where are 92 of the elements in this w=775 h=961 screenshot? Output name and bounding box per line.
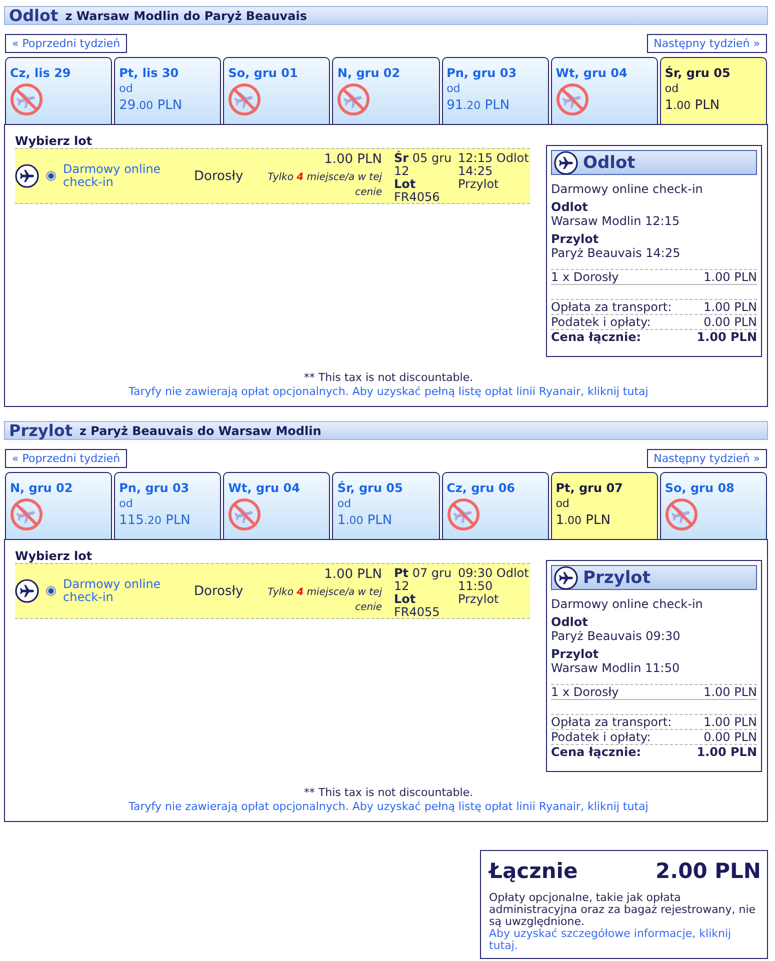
grand-total-label: Łącznie	[489, 858, 578, 884]
passenger-count: 1 x Dorosły	[551, 685, 619, 699]
leg-detail: Paryż Beauvais 09:30	[551, 629, 682, 643]
leg-label: Odlot	[551, 615, 589, 629]
charge-label: Podatek i opłaty:	[551, 315, 651, 329]
day-tab[interactable]: So, gru 01	[223, 57, 330, 124]
tax-note: ** This tax is not discountable.	[302, 786, 474, 800]
departure-time: 12:15 Odlot	[458, 152, 530, 165]
tax-note: ** This tax is not discountable.	[302, 371, 474, 385]
route-text: z Warsaw Modlin do Paryż Beauvais	[65, 8, 307, 22]
fare-link[interactable]: Darmowy online check-in	[63, 578, 168, 604]
fare-link[interactable]: Darmowy online check-in	[63, 163, 168, 189]
passenger-type: Dorosły	[194, 168, 244, 184]
crossed-out-plane-icon	[10, 498, 43, 531]
fare-radio[interactable]	[46, 586, 56, 596]
summary-title: Przylot	[583, 568, 650, 588]
leg-detail: Paryż Beauvais 14:25	[551, 246, 682, 260]
total-amount: 1.00 PLN	[696, 330, 757, 344]
passenger-amount: 1.00 PLN	[704, 685, 757, 699]
day-tab[interactable]: Śr, gru 05 od 1.00 PLN	[660, 57, 767, 124]
passenger-count: 1 x Dorosły	[551, 270, 619, 284]
day-tab[interactable]: Cz, lis 29	[5, 57, 112, 124]
section-title: Odlot	[9, 7, 58, 24]
details-link[interactable]: Aby uzyskać szczegółowe informacje, kliknij tutaj.	[489, 928, 761, 952]
fees-link[interactable]: Taryfy nie zawierają opłat opcjonalnych. Aby uzyskać pełną listę opłat linii Ryanair, kliknij tutaj	[128, 800, 648, 813]
select-flight-heading: Wybierz lot	[15, 135, 94, 148]
flight-number: FR4055	[394, 606, 441, 619]
seats-left-note: Tylko 4 miejsce/a w tej cenie	[266, 171, 382, 200]
day-tab[interactable]: Wt, gru 04	[550, 57, 658, 124]
charge-amount: 0.00 PLN	[704, 315, 757, 329]
charge-label: Podatek i opłaty:	[551, 730, 651, 744]
next-week-button[interactable]: Następny tydzień »	[646, 449, 767, 468]
plane-icon	[554, 150, 578, 174]
plane-icon	[554, 566, 578, 590]
passenger-amount: 1.00 PLN	[704, 270, 757, 284]
day-tab[interactable]: So, gru 08	[660, 472, 767, 539]
fare-radio[interactable]	[46, 171, 56, 181]
fare-name: Darmowy online check-in	[551, 597, 704, 611]
charge-label: Opłata za transport:	[551, 300, 672, 314]
crossed-out-plane-icon	[556, 83, 589, 116]
leg-label: Przylot	[551, 647, 600, 661]
departure-time: 09:30 Odlot	[458, 567, 530, 580]
fees-link[interactable]: Taryfy nie zawierają opłat opcjonalnych. Aby uzyskać pełną listę opłat linii Ryanair, kliknij tutaj	[128, 385, 648, 398]
flight-label: Lot	[394, 593, 417, 606]
total-label: Cena łącznie:	[551, 745, 642, 759]
charge-amount: 0.00 PLN	[704, 730, 757, 744]
flight-date: Śr 05 gru 12	[394, 152, 452, 178]
total-amount: 1.00 PLN	[696, 745, 757, 759]
day-tab[interactable]: N, gru 02	[332, 57, 440, 124]
plane-icon	[15, 579, 39, 603]
previous-week-button[interactable]: « Poprzedni tydzień	[5, 34, 128, 53]
flight-label: Lot	[394, 178, 417, 191]
leg-label: Odlot	[551, 200, 589, 214]
arrival-time: 14:25 Przylot	[458, 165, 500, 191]
arrival-time: 11:50 Przylot	[458, 580, 500, 606]
day-tab[interactable]: Pt, lis 30 od 29.00 PLN	[114, 57, 222, 124]
crossed-out-plane-icon	[446, 498, 480, 531]
crossed-out-plane-icon	[228, 498, 262, 531]
fare-name: Darmowy online check-in	[551, 182, 704, 196]
leg-label: Przylot	[551, 232, 600, 246]
previous-week-button[interactable]: « Poprzedni tydzień	[5, 449, 128, 468]
day-tab[interactable]: Śr, gru 05 od 1.00 PLN	[332, 472, 440, 539]
plane-icon	[15, 164, 39, 188]
flight-date: Pt 07 gru 12	[394, 567, 452, 593]
fare-price: 1.00 PLN	[324, 152, 382, 168]
optional-fees-note: Opłaty opcjonalne, takie jak opłata administracyjna oraz za bagaż rejestrowany, nie są uwzględnione.	[489, 892, 757, 928]
total-label: Cena łącznie:	[551, 330, 642, 344]
day-tab[interactable]: N, gru 02	[5, 472, 112, 539]
day-tab[interactable]: Wt, gru 04	[223, 472, 330, 539]
select-flight-heading: Wybierz lot	[15, 550, 94, 563]
crossed-out-plane-icon	[664, 498, 698, 531]
flight-number: FR4056	[394, 191, 441, 204]
section-title: Przylot	[9, 422, 72, 439]
day-tab[interactable]: Pn, gru 03 od 115.20 PLN	[114, 472, 222, 539]
day-tab[interactable]: Pt, gru 07 od 1.00 PLN	[550, 472, 658, 539]
leg-detail: Warsaw Modlin 11:50	[551, 661, 681, 675]
passenger-type: Dorosły	[194, 584, 244, 598]
crossed-out-plane-icon	[337, 83, 370, 116]
fare-price: 1.00 PLN	[324, 567, 382, 583]
summary-title: Odlot	[583, 152, 636, 172]
leg-detail: Warsaw Modlin 12:15	[551, 214, 681, 228]
day-tab[interactable]: Cz, gru 06	[442, 472, 549, 539]
charge-label: Opłata za transport:	[551, 715, 672, 729]
day-tab[interactable]: Pn, gru 03 od 91.20 PLN	[442, 57, 549, 124]
seats-left-note: Tylko 4 miejsce/a w tej cenie	[266, 586, 382, 615]
next-week-button[interactable]: Następny tydzień »	[646, 34, 767, 53]
charge-amount: 1.00 PLN	[704, 300, 757, 314]
grand-total-amount: 2.00 PLN	[656, 858, 761, 884]
crossed-out-plane-icon	[10, 83, 43, 116]
charge-amount: 1.00 PLN	[704, 715, 757, 729]
crossed-out-plane-icon	[228, 83, 262, 116]
route-text: z Paryż Beauvais do Warsaw Modlin	[79, 424, 322, 438]
